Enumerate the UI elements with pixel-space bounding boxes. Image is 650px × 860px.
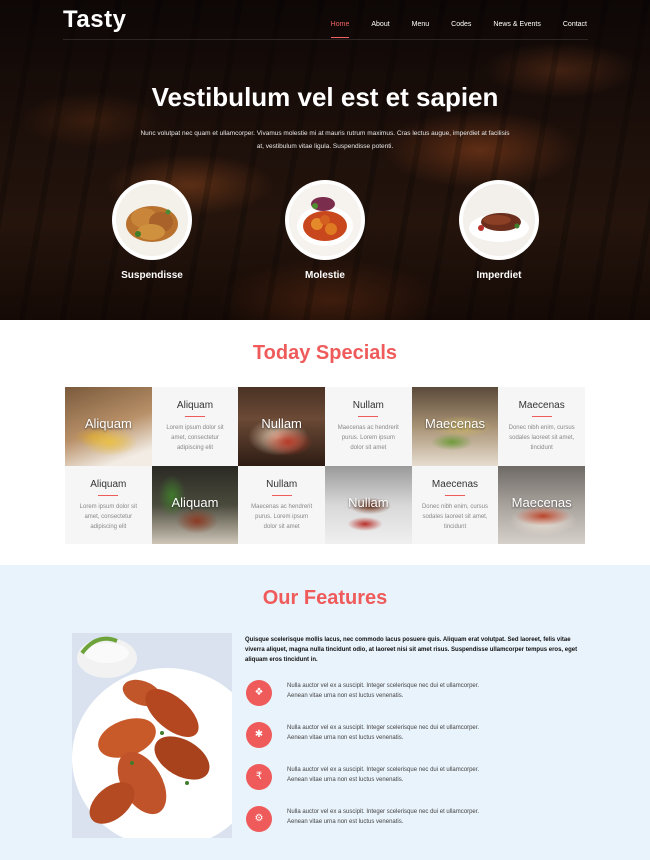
tile-title: Aliquam (176, 400, 214, 411)
nav-home[interactable]: Home (320, 21, 361, 38)
nav-codes[interactable]: Codes (440, 21, 482, 28)
tile-title: Aliquam (90, 478, 127, 490)
hero-section: Tasty Home About Menu Codes News & Event… (0, 0, 650, 320)
feature-item: ❖ Nulla auctor vel ex a suscipit. Intege… (246, 680, 576, 710)
tile-description: Donec nibh enim, cursus sodales laoreet … (508, 425, 575, 451)
stew-photo (285, 180, 365, 260)
site-logo[interactable]: Tasty (63, 6, 126, 34)
feature-item: ⚙ Nulla auctor vel ex a suscipit. Intege… (246, 806, 576, 836)
fried-chicken-photo (112, 180, 192, 260)
specials-section: Today Specials Aliquam Aliquam Lorem ips… (0, 320, 650, 565)
gear-icon: ⚙ (246, 806, 272, 832)
tile-label: Aliquam (84, 416, 132, 431)
tile-description: Maecenas ac hendrerit purus. Lorem ipsum… (251, 503, 313, 530)
features-intro: Quisque scelerisque mollis lacus, nec co… (245, 637, 578, 663)
tile-label: Nullam (348, 494, 389, 510)
tile-divider (444, 494, 465, 496)
tile-label: Maecenas (425, 416, 485, 431)
special-text-tile[interactable]: Nullam Maecenas ac hendrerit purus. Lore… (238, 465, 325, 544)
tile-description: Lorem ipsum dolor sit amet, consectetur … (166, 425, 224, 451)
nav-divider (63, 39, 588, 40)
feature-text: Nulla auctor vel ex a suscipit. Integer … (287, 765, 557, 785)
feature-text: Nulla auctor vel ex a suscipit. Integer … (287, 807, 557, 827)
special-text-tile[interactable]: Aliquam Lorem ipsum dolor sit amet, cons… (151, 387, 239, 466)
tile-label: Nullam (261, 416, 302, 431)
feature-line-1: Nulla auctor vel ex a suscipit. Integer … (287, 725, 480, 731)
tile-divider (271, 494, 292, 496)
tile-description: Donec nibh enim, cursus sodales laoreet … (421, 503, 489, 530)
tile-description: Lorem ipsum dolor sit amet, consectetur … (79, 503, 137, 530)
feature-line-1: Nulla auctor vel ex a suscipit. Integer … (287, 683, 480, 689)
dish-suspendisse[interactable]: Suspendisse (97, 180, 207, 281)
special-text-tile[interactable]: Nullam Maecenas ac hendrerit purus. Lore… (324, 387, 412, 466)
tile-label: Maecenas (511, 494, 572, 510)
tile-divider (184, 416, 205, 417)
tile-divider (98, 494, 119, 496)
tile-title: Nullam (352, 400, 384, 411)
special-image-tile[interactable]: Aliquam (65, 387, 152, 466)
special-image-tile[interactable]: Nullam (324, 465, 412, 544)
dish-name: Molestie (304, 270, 345, 281)
dish-molestie[interactable]: Molestie (270, 180, 380, 281)
tile-title: Nullam (266, 478, 298, 490)
dish-name: Imperdiet (476, 270, 522, 281)
special-image-tile[interactable]: Aliquam (151, 465, 239, 544)
tile-divider (358, 416, 379, 417)
nav-contact[interactable]: Contact (552, 21, 587, 28)
feature-text: Nulla auctor vel ex a suscipit. Integer … (287, 681, 557, 701)
tile-label: Aliquam (171, 494, 219, 510)
feature-line-1: Nulla auctor vel ex a suscipit. Integer … (287, 767, 480, 773)
star-icon: ✱ (246, 722, 272, 748)
dish-imperdiet[interactable]: Imperdiet (444, 180, 554, 281)
special-text-tile[interactable]: Maecenas Donec nibh enim, cursus sodales… (411, 465, 499, 544)
features-title: Our Features (262, 587, 388, 609)
features-section: Our Features Quisque scelerisque mollis … (0, 565, 650, 860)
feature-item: ✱ Nulla auctor vel ex a suscipit. Intege… (246, 722, 576, 752)
tile-description: Maecenas ac hendrerit purus. Lorem ipsum… (337, 425, 399, 451)
specials-grid: Aliquam Aliquam Lorem ipsum dolor sit am… (65, 387, 585, 544)
chicken-wings-photo (72, 633, 232, 838)
hero-subtitle: Nunc volutpat nec quam et ullamcorper. V… (140, 130, 510, 150)
nav-menu[interactable]: Menu (401, 21, 441, 28)
special-text-tile[interactable]: Aliquam Lorem ipsum dolor sit amet, cons… (65, 465, 152, 544)
feature-line-2: Aenean vitae urna non est luctus venenat… (287, 819, 404, 825)
feature-line-2: Aenean vitae urna non est luctus venenat… (287, 693, 404, 699)
gift-icon: ❖ (246, 680, 272, 706)
tile-divider (531, 416, 552, 417)
steak-photo (459, 180, 539, 260)
tile-title: Maecenas (431, 478, 479, 490)
hero-title: Vestibulum vel est et sapien (151, 82, 499, 112)
special-image-tile[interactable]: Maecenas (498, 465, 585, 544)
nav-about[interactable]: About (360, 21, 400, 28)
special-image-tile[interactable]: Maecenas (411, 387, 499, 466)
feature-item: ₹ Nulla auctor vel ex a suscipit. Intege… (246, 764, 576, 794)
feature-line-1: Nulla auctor vel ex a suscipit. Integer … (287, 809, 480, 815)
nav-news-events[interactable]: News & Events (482, 21, 551, 28)
rupee-icon: ₹ (246, 764, 272, 790)
feature-line-2: Aenean vitae urna non est luctus venenat… (287, 777, 404, 783)
special-text-tile[interactable]: Maecenas Donec nibh enim, cursus sodales… (498, 387, 585, 466)
tile-title: Maecenas (518, 400, 565, 411)
special-image-tile[interactable]: Nullam (238, 387, 325, 466)
main-menu: Home About Menu Codes News & Events Cont… (320, 21, 587, 38)
dish-name: Suspendisse (121, 270, 183, 281)
top-nav: Tasty Home About Menu Codes News & Event… (0, 0, 650, 40)
specials-title: Today Specials (252, 342, 398, 364)
feature-line-2: Aenean vitae urna non est luctus venenat… (287, 735, 404, 741)
feature-text: Nulla auctor vel ex a suscipit. Integer … (287, 723, 557, 743)
